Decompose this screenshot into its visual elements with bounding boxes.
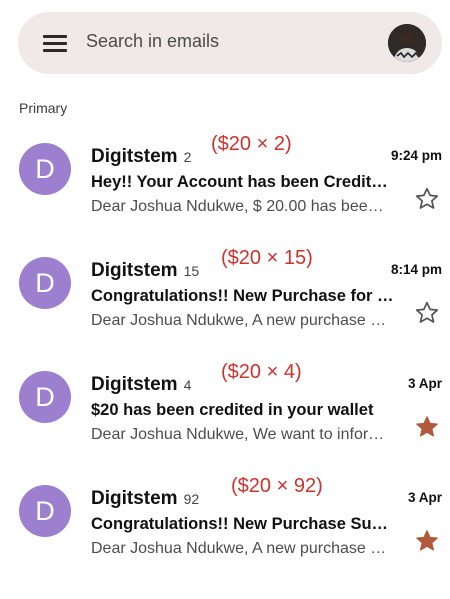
sender-avatar: D	[19, 143, 71, 195]
email-snippet: Dear Joshua Ndukwe, $ 20.00 has been cre…	[91, 198, 391, 215]
annotation-label: ($20 × 2)	[211, 133, 292, 155]
account-avatar[interactable]	[388, 24, 426, 62]
email-subject: Hey!! Your Account has been Credited wit…	[91, 173, 396, 191]
email-time: 9:24 pm	[390, 148, 442, 163]
email-subject: Congratulations!! New Purchase Successfu…	[91, 515, 396, 533]
star-filled-icon[interactable]	[414, 414, 440, 440]
email-snippet: Dear Joshua Ndukwe, A new purchase has b…	[91, 540, 391, 557]
star-outline-icon[interactable]	[414, 300, 440, 326]
sender-avatar: D	[19, 257, 71, 309]
sender-name: Digitstem 4	[91, 374, 192, 395]
sender-name: Digitstem 2	[91, 146, 192, 167]
star-filled-icon[interactable]	[414, 528, 440, 554]
sender-avatar: D	[19, 371, 71, 423]
email-row[interactable]: D Digitstem 92 ($20 × 92) 3 Apr Congratul…	[0, 475, 450, 599]
annotation-label: ($20 × 15)	[221, 247, 313, 269]
email-row[interactable]: D Digitstem 15 ($20 × 15) 8:14 pm Congrat…	[0, 247, 450, 371]
sender-name: Digitstem 92	[91, 488, 200, 509]
annotation-label: ($20 × 4)	[221, 361, 302, 383]
email-row[interactable]: D Digitstem 4 ($20 × 4) 3 Apr $20 has bee…	[0, 361, 450, 485]
thread-count: 92	[183, 491, 200, 507]
email-row[interactable]: D Digitstem 2 ($20 × 2) 9:24 pm Hey!! You…	[0, 133, 450, 257]
sender-name: Digitstem 15	[91, 260, 200, 281]
annotation-label: ($20 × 92)	[231, 475, 323, 497]
email-snippet: Dear Joshua Ndukwe, We want to inform yo…	[91, 426, 391, 443]
thread-count: 4	[183, 377, 192, 393]
sender-avatar: D	[19, 485, 71, 537]
section-label-primary: Primary	[19, 100, 68, 116]
email-time: 8:14 pm	[390, 262, 442, 277]
thread-count: 15	[183, 263, 200, 279]
menu-icon[interactable]	[43, 35, 67, 52]
email-subject: $20 has been credited in your wallet	[91, 401, 374, 419]
email-time: 3 Apr	[407, 490, 442, 505]
email-time: 3 Apr	[407, 376, 442, 391]
star-outline-icon[interactable]	[414, 186, 440, 212]
email-subject: Congratulations!! New Purchase for your …	[91, 287, 396, 305]
thread-count: 2	[183, 149, 192, 165]
search-bar[interactable]: Search in emails	[18, 12, 442, 74]
search-input[interactable]: Search in emails	[86, 31, 219, 52]
email-snippet: Dear Joshua Ndukwe, A new purchase has b…	[91, 312, 391, 329]
